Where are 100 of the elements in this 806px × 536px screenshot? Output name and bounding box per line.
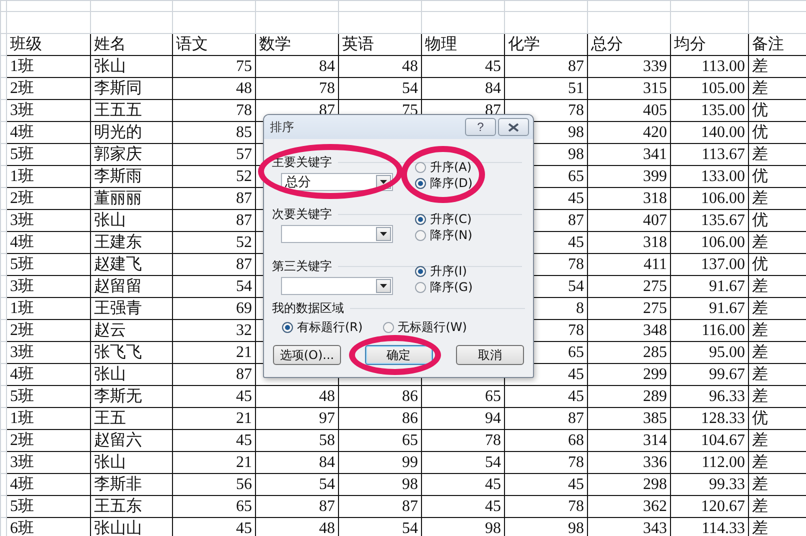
table-cell: 112.00	[670, 452, 748, 474]
table-cell: 58	[256, 430, 338, 452]
table-cell: 优	[748, 408, 806, 430]
radio-option[interactable]: 有标题行(R)	[282, 320, 363, 335]
help-button[interactable]: ?	[465, 118, 496, 136]
table-cell: 4班	[6, 232, 90, 254]
table-cell: 差	[748, 298, 806, 320]
column-header: 英语	[338, 34, 422, 56]
radio-option[interactable]: 升序(A)	[415, 160, 473, 175]
section-label: 我的数据区域	[272, 300, 344, 316]
table-cell: 差	[748, 232, 806, 254]
table-cell: 85	[172, 122, 256, 144]
table-cell: 李斯雨	[90, 166, 172, 188]
sort-key-dropdown[interactable]: 总分	[281, 173, 393, 191]
table-cell: 李斯无	[90, 386, 172, 408]
radio-option[interactable]: 降序(N)	[415, 228, 472, 243]
table-cell: 91.67	[670, 298, 748, 320]
radio-option[interactable]: 升序(C)	[415, 212, 472, 227]
table-cell: 差	[748, 496, 806, 518]
table-cell: 314	[588, 430, 670, 452]
table-cell: 56	[172, 474, 256, 496]
table-cell: 21	[172, 342, 256, 364]
table-cell: 54	[338, 78, 422, 100]
table-cell: 赵留六	[90, 430, 172, 452]
table-cell: 95.00	[670, 342, 748, 364]
table-cell: 3班	[6, 276, 90, 298]
table-cell: 3班	[6, 452, 90, 474]
caret-icon	[380, 284, 387, 288]
dialog-button[interactable]: 选项(O)...	[273, 345, 341, 365]
table-cell: 341	[588, 144, 670, 166]
table-cell: 48	[338, 56, 422, 78]
table-cell: 69	[172, 298, 256, 320]
table-cell: 78	[504, 452, 588, 474]
column-header: 语文	[172, 34, 256, 56]
table-cell: 84	[422, 78, 504, 100]
column-header: 均分	[670, 34, 748, 56]
table-cell: 420	[588, 122, 670, 144]
table-cell: 65	[338, 430, 422, 452]
table-cell: 87	[172, 188, 256, 210]
table-cell: 21	[172, 452, 256, 474]
table-cell: 4班	[6, 122, 90, 144]
close-button[interactable]	[498, 118, 529, 136]
radio-option[interactable]: 无标题行(W)	[382, 320, 467, 335]
table-cell: 106.00	[670, 188, 748, 210]
table-cell: 董丽丽	[90, 188, 172, 210]
table-cell: 275	[588, 298, 670, 320]
table-cell: 52	[172, 232, 256, 254]
caret-icon	[380, 180, 387, 184]
table-cell: 1班	[6, 56, 90, 78]
dialog-button[interactable]: 取消	[456, 345, 524, 365]
table-cell: 赵建飞	[90, 254, 172, 276]
table-cell: 54	[256, 474, 338, 496]
sort-key-dropdown[interactable]	[281, 277, 393, 295]
table-cell: 赵留留	[90, 276, 172, 298]
section-label: 次要关键字	[272, 206, 332, 222]
table-cell: 差	[748, 276, 806, 298]
table-cell: 差	[748, 342, 806, 364]
table-cell: 3班	[6, 100, 90, 122]
table-cell: 399	[588, 166, 670, 188]
table-cell: 张飞飞	[90, 342, 172, 364]
table-cell: 105.00	[670, 78, 748, 100]
table-cell: 张山	[90, 364, 172, 386]
table-cell: 1班	[6, 408, 90, 430]
table-cell: 52	[172, 166, 256, 188]
table-cell: 4班	[6, 364, 90, 386]
radio-option[interactable]: 降序(G)	[415, 280, 473, 295]
table-cell: 315	[588, 78, 670, 100]
table-cell: 李斯非	[90, 474, 172, 496]
table-cell: 差	[748, 430, 806, 452]
table-cell: 明光的	[90, 122, 172, 144]
column-header: 化学	[504, 34, 588, 56]
table-cell: 54	[172, 276, 256, 298]
table-cell: 郭家庆	[90, 144, 172, 166]
table-cell: 差	[748, 474, 806, 496]
radio-option[interactable]: 降序(D)	[415, 176, 473, 191]
table-cell: 75	[172, 56, 256, 78]
close-icon	[508, 122, 519, 132]
sort-key-dropdown[interactable]	[281, 225, 393, 243]
table-cell: 78	[504, 496, 588, 518]
table-cell: 405	[588, 100, 670, 122]
table-cell: 48	[172, 78, 256, 100]
dialog-button[interactable]: 确定	[364, 345, 432, 365]
table-cell: 3班	[6, 210, 90, 232]
table-cell: 94	[422, 408, 504, 430]
table-cell: 128.33	[670, 408, 748, 430]
section-label: 第三关键字	[272, 258, 332, 274]
radio-option[interactable]: 升序(I)	[415, 264, 473, 279]
table-cell: 120.67	[670, 496, 748, 518]
column-header: 物理	[422, 34, 504, 56]
table-cell: 96.33	[670, 386, 748, 408]
table-cell: 4班	[6, 474, 90, 496]
table-cell: 285	[588, 342, 670, 364]
table-cell: 张山	[90, 56, 172, 78]
table-cell: 45	[422, 56, 504, 78]
table-cell: 289	[588, 386, 670, 408]
table-cell: 差	[748, 320, 806, 342]
table-cell: 99	[338, 452, 422, 474]
table-cell: 1班	[6, 298, 90, 320]
table-cell: 优	[748, 100, 806, 122]
table-cell: 3班	[6, 342, 90, 364]
